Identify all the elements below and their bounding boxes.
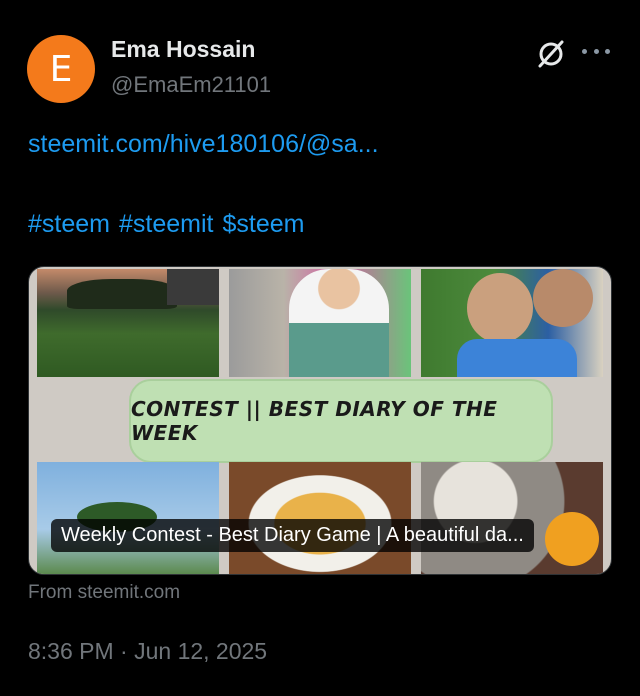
cashtag-steem[interactable]: $steem (222, 210, 304, 239)
card-source[interactable]: From steemit.com (28, 582, 180, 604)
hashtag-list: #steem #steemit $steem (28, 210, 304, 239)
more-options-icon[interactable] (582, 40, 610, 62)
photo-fruit (421, 462, 603, 574)
author-handle[interactable]: @EmaEm21101 (111, 72, 271, 98)
contest-banner: CONTEST || BEST DIARY OF THE WEEK (129, 379, 553, 463)
post-link[interactable]: steemit.com/hive180106/@sa... (28, 130, 379, 159)
post-timestamp[interactable]: 8:36 PM · Jun 12, 2025 (28, 638, 267, 665)
photo-food (229, 462, 411, 574)
dot (582, 48, 587, 54)
hashtag-steem[interactable]: #steem (28, 210, 110, 239)
dot (593, 48, 599, 54)
photo-palm-tree (37, 462, 219, 574)
grok-icon[interactable] (535, 38, 567, 70)
hashtag-steemit[interactable]: #steemit (119, 210, 213, 239)
link-preview-card[interactable]: CONTEST || BEST DIARY OF THE WEEK Weekly… (28, 266, 612, 575)
photo-child (229, 269, 411, 377)
author-display-name[interactable]: Ema Hossain (111, 36, 255, 63)
dot (605, 48, 610, 54)
photo-family (421, 269, 603, 377)
avatar[interactable]: E (27, 35, 95, 103)
photo-field (37, 269, 219, 377)
card-caption: Weekly Contest - Best Diary Game | A bea… (51, 519, 534, 552)
